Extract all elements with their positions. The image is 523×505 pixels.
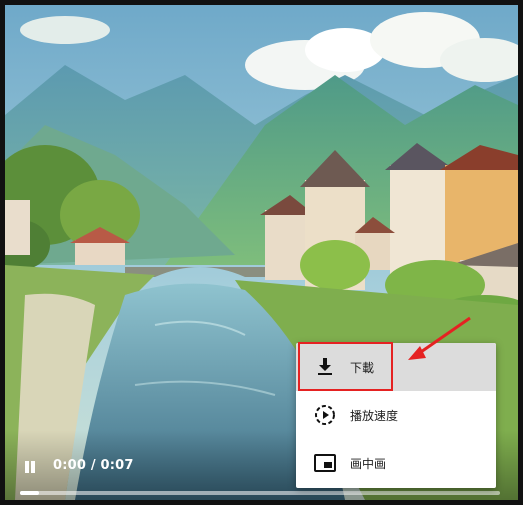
menu-item-picture-in-picture[interactable]: 画中画 xyxy=(296,439,496,487)
menu-item-playback-speed[interactable]: 播放速度 xyxy=(296,391,496,439)
playback-speed-icon xyxy=(314,404,336,426)
menu-item-label: 下載 xyxy=(350,360,375,375)
progress-fill xyxy=(20,491,40,495)
menu-item-label: 播放速度 xyxy=(350,408,399,423)
context-menu: 下載 播放速度 画中画 xyxy=(296,343,496,488)
menu-item-download[interactable]: 下載 xyxy=(296,343,496,391)
time-display: 0:00 / 0:07 xyxy=(53,458,134,473)
video-player: 0:00 / 0:07 下載 播放速度 画中画 xyxy=(0,0,523,505)
pause-icon-bar xyxy=(31,461,35,473)
download-icon xyxy=(314,356,336,378)
progress-bar[interactable] xyxy=(20,491,500,495)
pause-icon xyxy=(25,461,29,473)
picture-in-picture-icon xyxy=(314,452,336,474)
pause-button[interactable] xyxy=(22,459,38,475)
menu-item-label: 画中画 xyxy=(350,456,387,471)
